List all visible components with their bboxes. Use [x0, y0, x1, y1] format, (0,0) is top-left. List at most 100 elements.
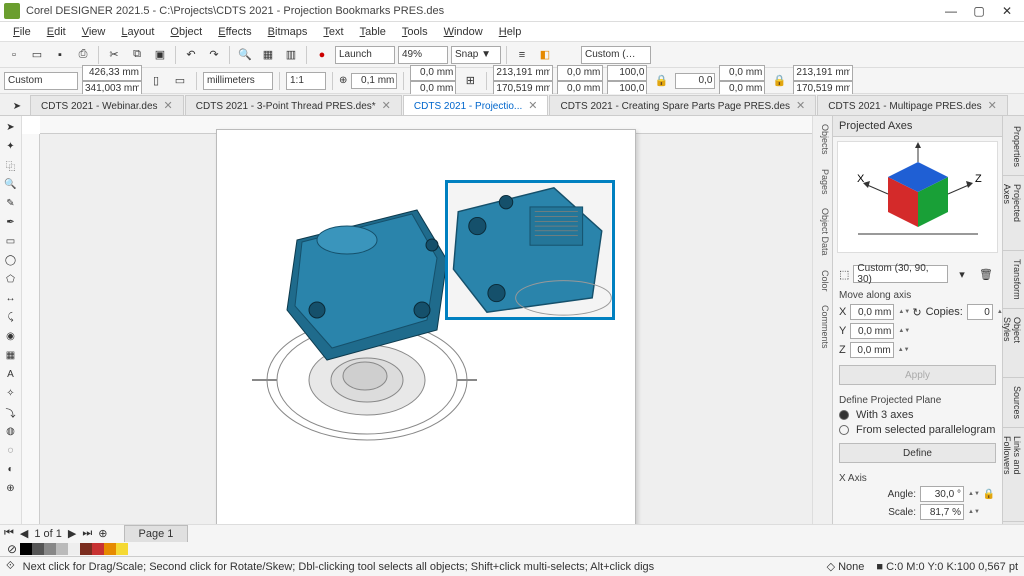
copies-input[interactable]: [967, 304, 993, 320]
g1a[interactable]: [493, 65, 553, 81]
text-icon[interactable]: A: [2, 365, 20, 383]
move-y[interactable]: [850, 323, 894, 339]
options-icon[interactable]: ≡: [512, 45, 532, 65]
polygon-icon[interactable]: ⬠: [2, 270, 20, 288]
docker-comments[interactable]: Comments: [813, 299, 832, 355]
close-tab-icon[interactable]: ✕: [164, 100, 173, 112]
connector-icon[interactable]: ⤹: [2, 308, 20, 326]
docker-color[interactable]: Color: [813, 264, 832, 298]
nudge-input[interactable]: [351, 73, 397, 89]
ellipse-icon[interactable]: ◯: [2, 251, 20, 269]
cut-icon[interactable]: ✂: [104, 45, 124, 65]
swatch[interactable]: [56, 543, 68, 555]
g5a[interactable]: [719, 65, 765, 81]
last-page-icon[interactable]: ⏭: [82, 527, 92, 540]
document-tab[interactable]: CDTS 2021 - 3-Point Thread PRES.des*✕: [185, 95, 402, 115]
launch-combo[interactable]: Launch: [335, 46, 395, 64]
snap-combo[interactable]: Snap ▼: [451, 46, 501, 64]
search-icon[interactable]: 🔍: [235, 45, 255, 65]
record-icon[interactable]: ●: [312, 45, 332, 65]
g3a[interactable]: [607, 65, 647, 81]
menu-help[interactable]: Help: [492, 24, 529, 40]
docker-object-data[interactable]: Object Data: [813, 202, 832, 262]
copy-icon[interactable]: ⧉: [127, 45, 147, 65]
next-page-icon[interactable]: ▶: [68, 527, 76, 540]
callout-icon[interactable]: ◉: [2, 327, 20, 345]
rotate-icon[interactable]: ↻: [912, 306, 921, 319]
preset-combo[interactable]: Custom (30, 90, 30): [853, 265, 948, 283]
palette-icon[interactable]: ◧: [535, 45, 555, 65]
lock2-icon[interactable]: 🔒: [769, 71, 789, 91]
delete-preset-icon[interactable]: 🗑: [976, 264, 996, 284]
effects-icon[interactable]: ✧: [2, 384, 20, 402]
close-tab-icon[interactable]: ✕: [528, 100, 537, 112]
save-preset-icon[interactable]: ▾: [952, 264, 972, 284]
g6a[interactable]: [793, 65, 853, 81]
first-page-icon[interactable]: ⏮: [4, 527, 14, 540]
custom-combo[interactable]: Custom (…: [581, 46, 651, 64]
document-tab[interactable]: CDTS 2021 - Webinar.des✕: [30, 95, 184, 115]
radio-3axes[interactable]: [839, 410, 849, 420]
zoom-combo[interactable]: 49%: [398, 46, 448, 64]
close-icon[interactable]: ✕: [994, 2, 1020, 20]
drawing-page[interactable]: [216, 129, 636, 524]
canvas[interactable]: [40, 134, 812, 524]
docker-properties[interactable]: Properties: [1003, 118, 1024, 176]
transparency-icon[interactable]: ◐: [2, 460, 20, 478]
rect-icon[interactable]: ▭: [2, 232, 20, 250]
pen-icon[interactable]: ✒: [2, 213, 20, 231]
page-tab[interactable]: Page 1: [124, 525, 189, 543]
menu-view[interactable]: View: [75, 24, 113, 40]
menu-text[interactable]: Text: [316, 24, 350, 40]
freehand-icon[interactable]: ✎: [2, 194, 20, 212]
add-page-icon[interactable]: ⊕: [98, 527, 107, 540]
save-icon[interactable]: ▪: [50, 45, 70, 65]
color-palette[interactable]: [20, 543, 128, 555]
zoom-icon[interactable]: 🔍: [2, 175, 20, 193]
page-preset[interactable]: Custom: [4, 72, 78, 90]
g2a[interactable]: [557, 65, 603, 81]
docker-transform[interactable]: Transform: [1003, 251, 1024, 309]
lock-scale-icon[interactable]: 🔒: [651, 71, 671, 91]
close-tab-icon[interactable]: ✕: [988, 100, 997, 112]
swatch[interactable]: [44, 543, 56, 555]
swatch[interactable]: [20, 543, 32, 555]
eyedrop-icon[interactable]: ⤵: [2, 403, 20, 421]
table-icon[interactable]: ▦: [2, 346, 20, 364]
menu-object[interactable]: Object: [163, 24, 209, 40]
close-tab-icon[interactable]: ✕: [796, 100, 805, 112]
landscape-icon[interactable]: ▭: [170, 71, 190, 91]
undo-icon[interactable]: ↶: [181, 45, 201, 65]
document-tab[interactable]: CDTS 2021 - Multipage PRES.des✕: [817, 95, 1008, 115]
g4[interactable]: [675, 73, 715, 89]
page-width[interactable]: [82, 65, 142, 81]
units-combo[interactable]: millimeters: [203, 72, 273, 90]
fill-icon[interactable]: ◍: [2, 422, 20, 440]
palette2-icon[interactable]: [558, 45, 578, 65]
prev-page-icon[interactable]: ◀: [20, 527, 28, 540]
grid-icon[interactable]: ▦: [258, 45, 278, 65]
ratio-combo[interactable]: 1:1: [286, 72, 326, 90]
minimize-icon[interactable]: —: [938, 2, 964, 20]
outline-icon[interactable]: ◌: [2, 441, 20, 459]
swatch[interactable]: [116, 543, 128, 555]
menu-table[interactable]: Table: [353, 24, 393, 40]
define-button[interactable]: Define: [839, 443, 996, 463]
x-input[interactable]: [410, 65, 456, 81]
menu-edit[interactable]: Edit: [40, 24, 73, 40]
menu-file[interactable]: File: [6, 24, 38, 40]
menu-tools[interactable]: Tools: [395, 24, 435, 40]
portrait-icon[interactable]: ▯: [146, 71, 166, 91]
snap-icon[interactable]: ▥: [281, 45, 301, 65]
new-icon[interactable]: ▫: [4, 45, 24, 65]
paste-icon[interactable]: ▣: [150, 45, 170, 65]
pick-tool-icon[interactable]: ➤: [8, 97, 26, 115]
shape-icon[interactable]: ✦: [2, 137, 20, 155]
docker-pages[interactable]: Pages: [813, 163, 832, 201]
docker-object-styles[interactable]: Object Styles: [1003, 309, 1024, 378]
radio-parallelogram[interactable]: [839, 425, 849, 435]
print-icon[interactable]: ⎙: [73, 45, 93, 65]
menu-window[interactable]: Window: [437, 24, 490, 40]
x-angle[interactable]: [920, 486, 964, 502]
lock-icon[interactable]: 🔒: [982, 489, 996, 500]
